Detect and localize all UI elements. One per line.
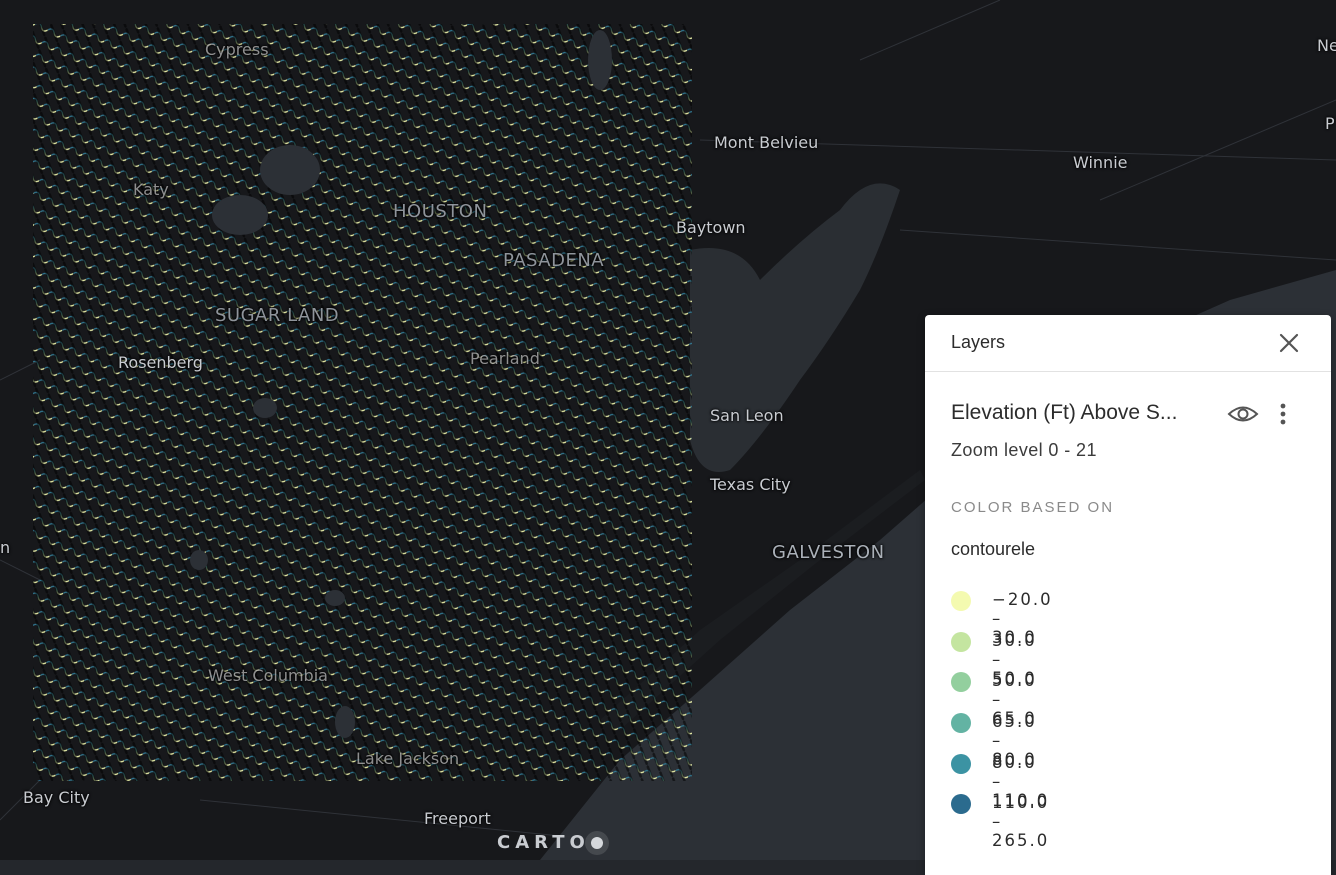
color-based-on-label: COLOR BASED ON	[951, 499, 1115, 516]
legend-swatch	[951, 713, 971, 734]
more-vertical-icon[interactable]	[1273, 401, 1293, 427]
color-field-name: contourele	[951, 539, 1036, 559]
attribution-text: CARTO	[497, 832, 590, 853]
carto-attribution-logo[interactable]: CARTO	[497, 832, 603, 853]
legend-label: 110.0 – 265.0	[992, 793, 1050, 851]
panel-title: Layers	[951, 332, 1006, 352]
carto-dot-icon	[590, 837, 603, 849]
legend-swatch	[951, 672, 971, 693]
legend-swatch	[951, 753, 971, 774]
legend-swatch	[951, 631, 971, 652]
layer-name[interactable]: Elevation (Ft) Above S...	[951, 401, 1177, 425]
zoom-level-text: Zoom level 0 - 21	[951, 440, 1097, 460]
legend-swatch	[951, 591, 971, 611]
panel-header: Layers	[925, 315, 1331, 372]
legend-swatch	[951, 794, 971, 815]
layers-panel: Layers Elevation (Ft) Above S... Zoom le…	[925, 315, 1331, 875]
close-icon[interactable]	[1275, 329, 1303, 357]
eye-icon[interactable]	[1227, 401, 1259, 427]
elevation-contour-layer[interactable]	[33, 24, 692, 781]
